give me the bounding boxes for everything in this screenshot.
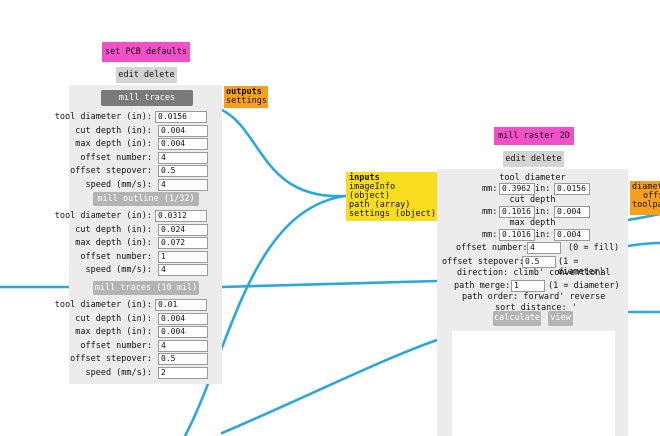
offset-stepover-input[interactable]: 0.5: [522, 256, 556, 268]
calculate-button[interactable]: calculate: [493, 311, 541, 326]
mill-raster-panel: tool diameter mm: 0.3962 in: 0.0156 cut …: [437, 169, 628, 436]
field-label: offset number:: [80, 251, 152, 262]
field-input[interactable]: 0.0312: [155, 210, 207, 222]
max-depth-mm-input[interactable]: 0.1016: [499, 229, 535, 241]
field-input[interactable]: 0.004: [158, 124, 208, 137]
mill-traces-164-button[interactable]: mill traces (1/64): [101, 90, 193, 119]
field-label: offset number:: [80, 152, 152, 163]
mill-raster-2d-title[interactable]: mill raster 2D: [494, 127, 574, 145]
tool-diameter-mm-label: mm:: [482, 184, 498, 194]
path-merge-note: (1 = diameter): [548, 281, 620, 291]
field-label: offset number:: [80, 340, 152, 351]
outputs-port[interactable]: outputs settings: [224, 86, 268, 108]
field-label: tool diameter (in):: [54, 211, 152, 221]
max-depth-in-label: in:: [535, 230, 551, 240]
offset-number-input[interactable]: 4: [527, 242, 561, 254]
input-imageinfo[interactable]: imageInfo (object): [349, 183, 439, 201]
right-outputs-port[interactable]: diamet offs toolpa: [630, 181, 660, 215]
tool-diameter-in-input[interactable]: 0.0156: [554, 183, 590, 195]
field-label: speed (mm/s):: [85, 179, 152, 190]
set-pcb-defaults-panel: mill traces (1/64) mill outline (1/32) m…: [55, 85, 222, 384]
direction-row: direction: climb' conventional: [457, 268, 611, 278]
path-order-forward-radio[interactable]: forward: [523, 292, 559, 302]
field-label: max depth (in):: [75, 238, 152, 248]
field-label: offset stepover:: [70, 166, 152, 176]
path-order-forward-mark: ': [559, 292, 565, 302]
field-input[interactable]: 4: [158, 151, 208, 164]
field-input[interactable]: 4: [158, 339, 208, 352]
output-toolpath[interactable]: toolpa: [632, 201, 660, 210]
offset-number-note: (0 = fill): [568, 243, 620, 253]
set-pcb-defaults-title[interactable]: set PCB defaults: [102, 42, 190, 62]
field-input[interactable]: 1: [158, 250, 208, 263]
offset-stepover-label: offset stepover:: [442, 257, 524, 267]
field-input[interactable]: 0.5: [158, 165, 208, 177]
cut-depth-label: cut depth: [509, 195, 556, 205]
field-input[interactable]: 2: [158, 366, 208, 379]
output-settings[interactable]: settings: [226, 97, 267, 106]
field-label: offset stepover:: [70, 354, 152, 364]
field-label: speed (mm/s):: [85, 367, 152, 378]
field-input[interactable]: 0.0156: [155, 111, 207, 123]
max-depth-label: max depth: [509, 218, 556, 228]
field-input[interactable]: 0.004: [158, 138, 208, 150]
max-depth-mm-label: mm:: [482, 230, 498, 240]
field-input[interactable]: 4: [158, 264, 208, 276]
mill-outline-132-button[interactable]: mill outline (1/32): [93, 192, 199, 206]
direction-climb-radio[interactable]: climb: [513, 268, 539, 278]
offset-number-label: offset number:: [456, 243, 528, 253]
field-label: speed (mm/s):: [85, 265, 152, 275]
direction-climb-mark: ': [538, 268, 545, 278]
tool-diameter-mm-input[interactable]: 0.3962: [499, 183, 535, 195]
path-order-reverse-radio[interactable]: reverse: [570, 292, 606, 302]
tool-diameter-in-label: in:: [535, 184, 551, 194]
field-input[interactable]: 0.004: [158, 326, 208, 338]
path-order-label: path order:: [462, 292, 519, 302]
field-label: cut depth (in):: [75, 125, 152, 136]
direction-label: direction:: [457, 268, 509, 278]
field-label: cut depth (in):: [75, 313, 152, 324]
field-label: max depth (in):: [75, 139, 152, 149]
field-label: max depth (in):: [75, 327, 152, 337]
direction-conventional-radio[interactable]: conventional: [549, 268, 610, 278]
view-button[interactable]: view: [548, 311, 573, 326]
cut-depth-in-input[interactable]: 0.004: [554, 206, 590, 218]
field-label: tool diameter (in):: [54, 300, 152, 310]
cut-depth-mm-label: mm:: [482, 207, 498, 217]
field-input[interactable]: 0.072: [158, 237, 208, 249]
path-merge-input[interactable]: 1: [511, 280, 545, 292]
field-input[interactable]: 0.004: [158, 312, 208, 325]
inputs-port[interactable]: inputs imageInfo (object) path (array) s…: [346, 172, 442, 221]
path-merge-label: path merge:: [454, 281, 511, 291]
max-depth-in-input[interactable]: 0.004: [554, 229, 590, 241]
field-input[interactable]: 0.024: [158, 223, 208, 236]
mill-traces-10mil-button[interactable]: mill traces (10 mil): [93, 281, 199, 295]
field-input[interactable]: 4: [158, 178, 208, 191]
toolpath-preview-canvas[interactable]: [452, 331, 615, 436]
right-edit-delete[interactable]: edit delete: [503, 151, 564, 167]
cut-depth-mm-input[interactable]: 0.1016: [499, 206, 535, 218]
cut-depth-in-label: in:: [535, 207, 551, 217]
left-edit-delete[interactable]: edit delete: [116, 67, 177, 83]
wire-right-mid: [626, 241, 660, 248]
path-order-row: path order: forward' reverse: [462, 292, 605, 302]
wire-settings-to-inputs: [220, 108, 347, 198]
tool-diameter-label: tool diameter: [499, 173, 566, 183]
field-input[interactable]: 0.5: [158, 353, 208, 365]
wire-bottom-diagonal: [220, 338, 439, 435]
field-label: cut depth (in):: [75, 224, 152, 235]
wire-mid-horizontal: [220, 279, 439, 289]
field-label: tool diameter (in):: [54, 112, 152, 122]
field-input[interactable]: 0.01: [155, 299, 207, 311]
input-settings[interactable]: settings (object): [349, 210, 439, 219]
